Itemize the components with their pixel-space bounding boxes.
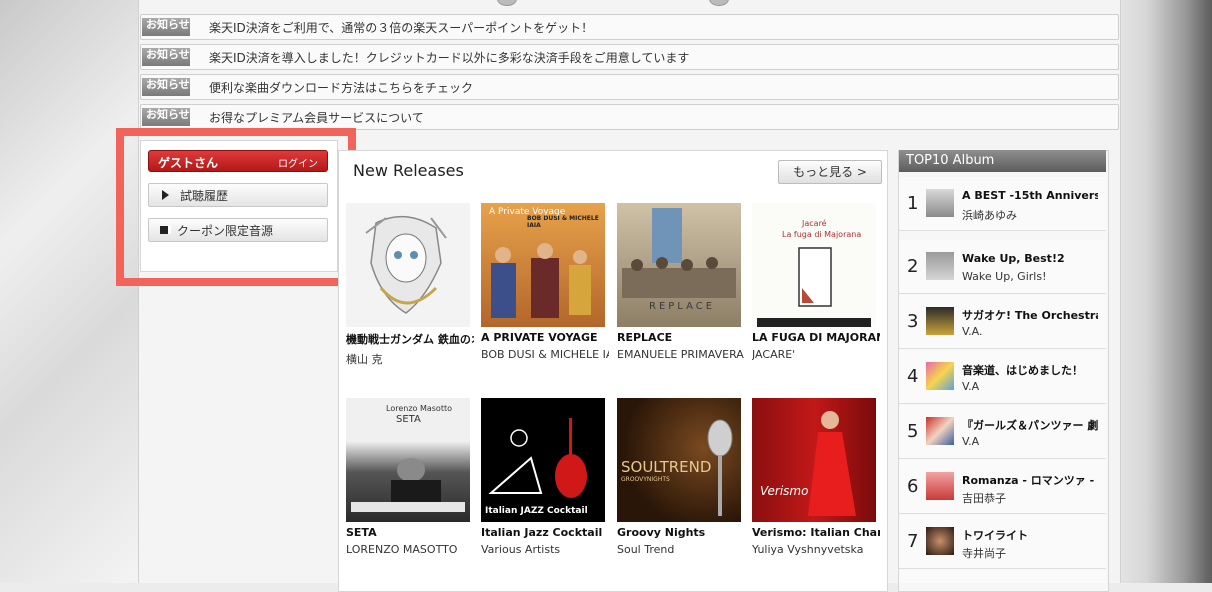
album-artist[interactable]: Various Artists	[481, 543, 609, 556]
album-title[interactable]: LA FUGA DI MAJORANA	[752, 331, 880, 344]
ranking-title[interactable]: トワイライト	[962, 527, 1098, 543]
album-title[interactable]: REPLACE	[617, 331, 745, 344]
background-left	[0, 0, 140, 583]
rank-number: 3	[907, 311, 919, 332]
news-badge: お知らせ	[142, 18, 190, 36]
album-cover[interactable]: REPLACE	[617, 203, 741, 327]
pianist-photo	[351, 458, 465, 512]
ranking-item[interactable]: 6 Romanza - ロマンツァ - [ 吉田恭子	[899, 460, 1106, 514]
news-link[interactable]: 楽天ID決済を導入しました！クレジットカード以外に多彩な決済手段をご用意していま…	[209, 49, 689, 66]
ranking-title[interactable]: サガオケ! The Orchestral S	[962, 307, 1098, 323]
ranking-artist[interactable]: V.A	[962, 435, 1098, 448]
album-cover[interactable]: Verismo	[752, 398, 876, 522]
album-card[interactable]: Lorenzo Masotto SETA SETA LORENZO MASOTT…	[346, 398, 470, 556]
ranking-item[interactable]: 4 音楽道、はじめました！ V.A	[899, 350, 1106, 404]
top10-title: TOP10 Album	[899, 150, 1106, 172]
album-title[interactable]: Verismo: Italian Chamber	[752, 526, 880, 539]
news-link[interactable]: 便利な楽曲ダウンロード方法はこちらをチェック	[209, 79, 473, 96]
album-cover[interactable]: SOULTREND GROOVYNIGHTS	[617, 398, 741, 522]
news-badge: お知らせ	[142, 48, 190, 66]
album-thumbnail[interactable]	[926, 189, 954, 217]
album-title[interactable]: SETA	[346, 526, 474, 539]
rank-number: 5	[907, 421, 919, 442]
album-title[interactable]: 機動戦士ガンダム 鉄血のオルフェンズ	[346, 331, 474, 347]
album-title[interactable]: Groovy Nights	[617, 526, 745, 539]
album-card[interactable]: SOULTREND GROOVYNIGHTS Groovy Nights Sou…	[617, 398, 741, 556]
album-artist[interactable]: 横山 克	[346, 351, 474, 367]
ranking-item[interactable]: 1 A BEST -15th Anniversary 浜崎あゆみ	[899, 177, 1106, 231]
album-card[interactable]: Italian JAZZ Cocktail Italian Jazz Cockt…	[481, 398, 605, 556]
rank-number: 2	[907, 256, 919, 277]
cover-text: Italian JAZZ Cocktail	[485, 506, 588, 516]
cover-text: SOULTREND	[621, 458, 712, 476]
cover-text: REPLACE	[649, 301, 716, 312]
anime-illustration	[365, 215, 447, 314]
album-card[interactable]: 機動戦士ガンダム 鉄血のオルフェンズ 横山 克	[346, 203, 474, 367]
singer-photo	[808, 411, 856, 516]
album-cover[interactable]: Lorenzo Masotto SETA	[346, 398, 470, 522]
carousel-dot[interactable]	[709, 0, 729, 6]
album-thumbnail[interactable]	[926, 472, 954, 500]
ranking-title[interactable]: Romanza - ロマンツァ - [	[962, 472, 1098, 488]
album-artist[interactable]: Soul Trend	[617, 543, 745, 556]
ranking-artist[interactable]: Wake Up, Girls!	[962, 270, 1098, 283]
ranking-item[interactable]: 3 サガオケ! The Orchestral S V.A.	[899, 295, 1106, 349]
ranking-item[interactable]: 5 『ガールズ＆パンツァー 劇 V.A	[899, 405, 1106, 459]
ranking-artist[interactable]: 寺井尚子	[962, 545, 1098, 561]
rank-number: 7	[907, 531, 919, 552]
news-item[interactable]: お知らせ 楽天ID決済をご利用で、通常の３倍の楽天スーパーポイントをゲット！	[140, 14, 1119, 40]
ranking-title[interactable]: A BEST -15th Anniversary	[962, 189, 1098, 202]
album-thumbnail[interactable]	[926, 307, 954, 335]
highlight-annotation	[116, 128, 356, 286]
album-cover[interactable]	[346, 203, 470, 327]
more-button[interactable]: もっと見る >	[778, 160, 882, 184]
album-artist[interactable]: EMANUELE PRIMAVERA	[617, 348, 745, 361]
ranking-item[interactable]: 2 Wake Up, Best!2 Wake Up, Girls!	[899, 240, 1106, 294]
news-item[interactable]: お知らせ 楽天ID決済を導入しました！クレジットカード以外に多彩な決済手段をご用…	[140, 44, 1119, 70]
album-card[interactable]: Jacaré La fuga di Majorana LA FUGA DI MA…	[752, 203, 880, 361]
news-badge: お知らせ	[142, 108, 190, 126]
album-artist[interactable]: JACARE'	[752, 348, 880, 361]
door-illustration	[757, 247, 871, 327]
cover-text: GROOVYNIGHTS	[621, 476, 670, 483]
album-thumbnail[interactable]	[926, 362, 954, 390]
album-artist[interactable]: Yuliya Vyshnyvetska	[752, 543, 880, 556]
carousel-dot[interactable]	[497, 0, 517, 6]
ranking-item[interactable]	[899, 570, 1106, 583]
album-title[interactable]: Italian Jazz Cocktail	[481, 526, 609, 539]
ranking-title[interactable]: 『ガールズ＆パンツァー 劇	[962, 417, 1098, 433]
rank-number: 1	[907, 193, 919, 214]
cover-text: Verismo	[760, 484, 809, 498]
album-card[interactable]: Verismo Verismo: Italian Chamber Yuliya …	[752, 398, 880, 556]
album-cover[interactable]: A Private Voyage BOB DUSI & MICHELE IAIA	[481, 203, 605, 327]
news-badge: お知らせ	[142, 78, 190, 96]
jazz-illustration	[488, 418, 587, 498]
album-card[interactable]: A Private Voyage BOB DUSI & MICHELE IAIA…	[481, 203, 609, 361]
news-link[interactable]: 楽天ID決済をご利用で、通常の３倍の楽天スーパーポイントをゲット！	[209, 19, 593, 36]
rank-number: 4	[907, 366, 919, 387]
ranking-artist[interactable]: V.A	[962, 380, 1098, 393]
album-card[interactable]: REPLACE REPLACE EMANUELE PRIMAVERA	[617, 203, 744, 361]
album-artist[interactable]: LORENZO MASOTTO	[346, 543, 474, 556]
album-title[interactable]: A PRIVATE VOYAGE	[481, 331, 609, 344]
ranking-title[interactable]: 音楽道、はじめました！	[962, 362, 1098, 378]
news-link[interactable]: お得なプレミアム会員サービスについて	[209, 109, 424, 126]
band-photo	[491, 243, 591, 318]
album-cover[interactable]: Italian JAZZ Cocktail	[481, 398, 605, 522]
album-artist[interactable]: BOB DUSI & MICHELE IAIA	[481, 348, 609, 361]
ranking-item[interactable]: 7 トワイライト 寺井尚子	[899, 515, 1106, 569]
news-item[interactable]: お知らせ お得なプレミアム会員サービスについて	[140, 104, 1119, 130]
album-thumbnail[interactable]	[926, 417, 954, 445]
new-releases-title: New Releases	[353, 161, 464, 180]
ranking-artist[interactable]: V.A.	[962, 325, 1098, 338]
ranking-artist[interactable]: 吉田恭子	[962, 490, 1098, 506]
album-thumbnail[interactable]	[926, 527, 954, 555]
rank-number: 6	[907, 476, 919, 497]
ranking-artist[interactable]: 浜崎あゆみ	[962, 207, 1098, 223]
album-cover[interactable]: Jacaré La fuga di Majorana	[752, 203, 876, 327]
news-item[interactable]: お知らせ 便利な楽曲ダウンロード方法はこちらをチェック	[140, 74, 1119, 100]
ranking-title[interactable]: Wake Up, Best!2	[962, 252, 1098, 265]
album-thumbnail[interactable]	[926, 252, 954, 280]
